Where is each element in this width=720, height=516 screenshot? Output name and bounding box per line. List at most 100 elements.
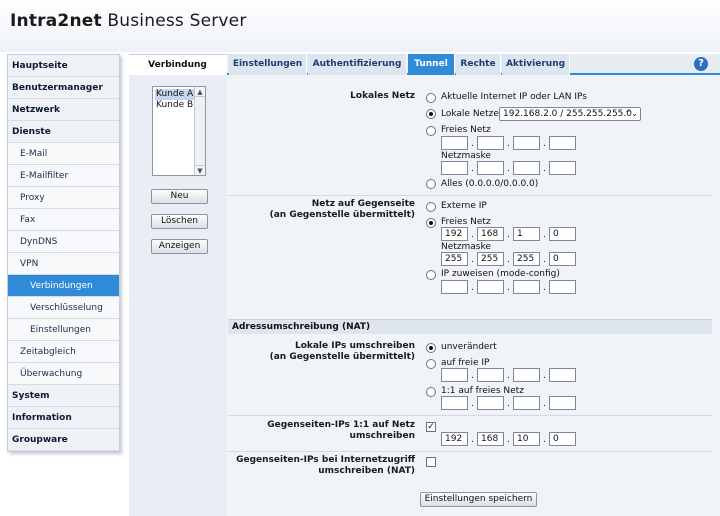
sidebar-item-verbindungen[interactable]: Verbindungen [8, 275, 119, 297]
sidebar-item-groupware[interactable]: Groupware [8, 429, 119, 451]
sidebar-item-verschluesselung[interactable]: Verschlüsselung [8, 297, 119, 319]
help-icon[interactable]: ? [694, 57, 708, 71]
nat-net-3[interactable] [513, 396, 540, 410]
nat-internet-label: Gegenseiten-IPs bei Internetzugriff [236, 455, 415, 465]
assign-ip-3[interactable] [513, 280, 540, 294]
assign-ip-2[interactable] [477, 280, 504, 294]
radio-local-current[interactable] [426, 93, 436, 103]
local-free-ip-4[interactable] [549, 136, 576, 150]
list-item[interactable]: Kunde A [155, 89, 195, 100]
radio-local-all[interactable] [426, 179, 436, 189]
nat-remote-ip-1[interactable]: 192 [441, 432, 468, 446]
dot: . [471, 283, 474, 293]
radio-remote-assign[interactable] [426, 270, 436, 280]
logo-bold: Intra2net [10, 11, 102, 31]
list-item[interactable]: Kunde B [155, 100, 195, 111]
dot: . [543, 230, 546, 240]
sidebar-item-dienste[interactable]: Dienste [8, 121, 119, 143]
dot: . [507, 435, 510, 445]
scroll-up-icon[interactable]: ▲ [195, 87, 205, 97]
sidebar-item-zeitabgleich[interactable]: Zeitabgleich [8, 341, 119, 363]
remote-ip-3[interactable]: 1 [513, 227, 540, 241]
local-free-ip-2[interactable] [477, 136, 504, 150]
nat-free-ip-3[interactable] [513, 368, 540, 382]
dot: . [543, 164, 546, 174]
chevron-updown-icon: ⌃⌄ [624, 109, 638, 118]
logo: Intra2net Business Server [10, 11, 247, 31]
remote-ip-2[interactable]: 168 [477, 227, 504, 241]
nat-remote-checkbox[interactable]: ✓ [426, 422, 436, 432]
remote-ip-4[interactable]: 0 [549, 227, 576, 241]
show-button[interactable]: Anzeigen [151, 239, 208, 254]
sidebar-item-benutzermanager[interactable]: Benutzermanager [8, 77, 119, 99]
list-scrollbar[interactable]: ▲ ▼ [194, 87, 205, 175]
sidebar-item-system[interactable]: System [8, 385, 119, 407]
remote-mask-2[interactable]: 255 [477, 252, 504, 266]
nat-remote-ip-2[interactable]: 168 [477, 432, 504, 446]
sidebar-item-email[interactable]: E-Mail [8, 143, 119, 165]
local-mask-3[interactable] [513, 161, 540, 175]
local-free-ip-1[interactable] [441, 136, 468, 150]
assign-ip-1[interactable] [441, 280, 468, 294]
new-button[interactable]: Neu [151, 189, 208, 204]
remote-mask-3[interactable]: 255 [513, 252, 540, 266]
sidebar-item-einstellungen[interactable]: Einstellungen [8, 319, 119, 341]
local-net-select-value: 192.168.2.0 / 255.255.255.0 [503, 109, 632, 119]
local-current-label: Aktuelle Internet IP oder LAN IPs [441, 92, 587, 102]
radio-local-free[interactable] [426, 126, 436, 136]
delete-button[interactable]: Löschen [151, 214, 208, 229]
local-mask-1[interactable] [441, 161, 468, 175]
remote-mask-1[interactable]: 255 [441, 252, 468, 266]
tab-rechte[interactable]: Rechte [456, 54, 501, 75]
dot: . [471, 164, 474, 174]
connection-list[interactable]: Kunde A Kunde B ▲ ▼ [152, 86, 206, 176]
dot: . [471, 255, 474, 265]
radio-local-nets[interactable] [426, 109, 436, 119]
local-free-ip-3[interactable] [513, 136, 540, 150]
nat-net-2[interactable] [477, 396, 504, 410]
remote-ip-1[interactable]: 192 [441, 227, 468, 241]
local-mask-2[interactable] [477, 161, 504, 175]
nat-net-4[interactable] [549, 396, 576, 410]
nat-free-ip-2[interactable] [477, 368, 504, 382]
sidebar-item-dyndns[interactable]: DynDNS [8, 231, 119, 253]
radio-nat-one-to-one[interactable] [426, 387, 436, 397]
divider [228, 415, 712, 416]
nat-free-ip-1[interactable] [441, 368, 468, 382]
sidebar-item-information[interactable]: Information [8, 407, 119, 429]
dot: . [507, 230, 510, 240]
remote-mask-4[interactable]: 0 [549, 252, 576, 266]
sidebar-item-emailfilter[interactable]: E-Mailfilter [8, 165, 119, 187]
tab-authentifizierung[interactable]: Authentifizierung [308, 54, 407, 75]
sidebar: Hauptseite Benutzermanager Netzwerk Dien… [7, 54, 120, 452]
assign-ip-4[interactable] [549, 280, 576, 294]
scroll-down-icon[interactable]: ▼ [195, 165, 205, 175]
sidebar-item-vpn[interactable]: VPN [8, 253, 119, 275]
radio-remote-external[interactable] [426, 202, 436, 212]
local-net-select[interactable]: 192.168.2.0 / 255.255.255.0 ⌃⌄ [499, 107, 641, 121]
sidebar-item-proxy[interactable]: Proxy [8, 187, 119, 209]
nat-free-ip-4[interactable] [549, 368, 576, 382]
save-settings-button[interactable]: Einstellungen speichern [420, 492, 537, 507]
sidebar-item-ueberwachung[interactable]: Überwachung [8, 363, 119, 385]
dot: . [507, 139, 510, 149]
dot: . [543, 255, 546, 265]
radio-nat-free-ip[interactable] [426, 359, 436, 369]
divider [228, 195, 712, 196]
tab-aktivierung[interactable]: Aktivierung [502, 54, 570, 75]
nat-remote-ip-4[interactable]: 0 [549, 432, 576, 446]
radio-remote-free[interactable] [426, 218, 436, 228]
tab-einstellungen[interactable]: Einstellungen [229, 54, 307, 75]
radio-nat-unchanged[interactable] [426, 343, 436, 353]
nat-net-1[interactable] [441, 396, 468, 410]
local-net-label: Lokales Netz [350, 91, 415, 101]
tab-verbindung[interactable]: Verbindung [129, 54, 227, 75]
nat-internet-checkbox[interactable] [426, 457, 436, 467]
nat-remote-ip-3[interactable]: 10 [513, 432, 540, 446]
sidebar-item-netzwerk[interactable]: Netzwerk [8, 99, 119, 121]
sidebar-item-fax[interactable]: Fax [8, 209, 119, 231]
tab-tunnel[interactable]: Tunnel [408, 54, 455, 75]
local-mask-4[interactable] [549, 161, 576, 175]
sidebar-item-hauptseite[interactable]: Hauptseite [8, 55, 119, 77]
remote-net-label: Netz auf Gegenseite [311, 199, 415, 209]
